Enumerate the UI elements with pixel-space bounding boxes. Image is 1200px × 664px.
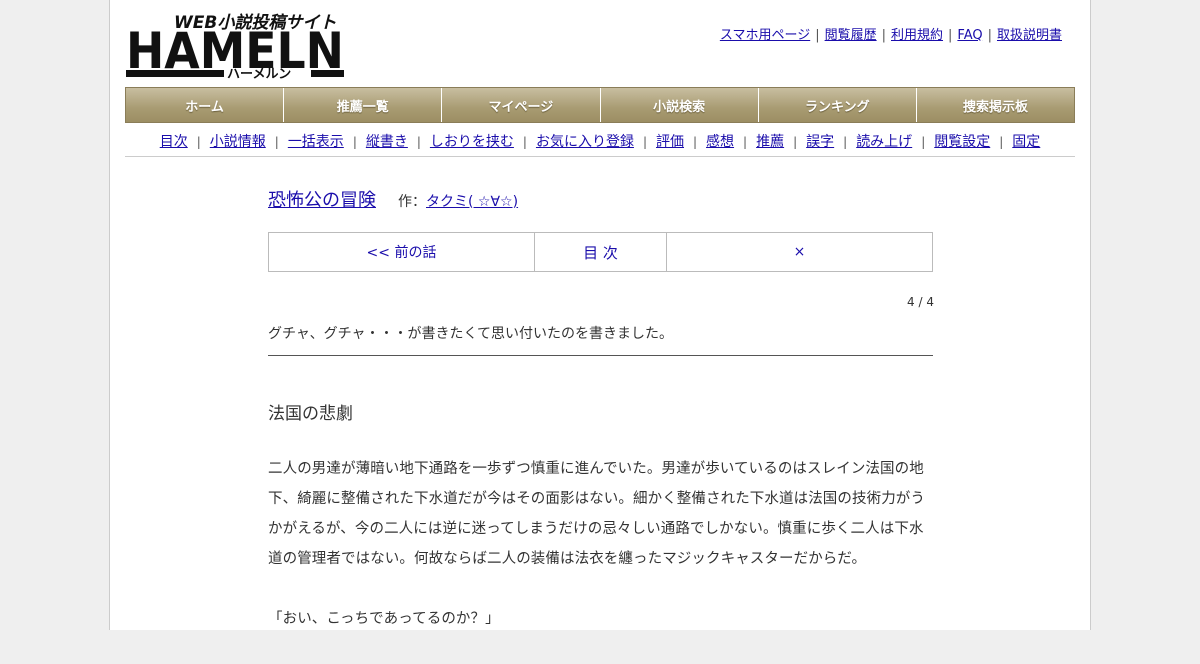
subnav-favorite[interactable]: お気に入り登録: [536, 134, 634, 150]
episode-progress: 4 / 4: [907, 295, 934, 309]
hameln-logo[interactable]: WEB小説投稿サイト HAMELN ハーメルン: [126, 10, 346, 82]
toplink-faq[interactable]: FAQ: [957, 28, 982, 43]
author-prefix: 作：: [398, 194, 426, 210]
logo-kana: ハーメルン: [227, 67, 291, 80]
toc-button[interactable]: 目 次: [535, 233, 667, 271]
author-link[interactable]: タクミ( ☆∀☆): [426, 194, 518, 210]
nav-home[interactable]: ホーム: [126, 88, 285, 122]
page-container: WEB小説投稿サイト HAMELN ハーメルン スマホ用ページ | 閲覧履歴 | 利用規…: [109, 0, 1091, 630]
subnav-read-aloud[interactable]: 読み上げ: [856, 134, 912, 150]
nav-mypage[interactable]: マイページ: [442, 88, 601, 122]
toplink-smartphone[interactable]: スマホ用ページ: [720, 28, 810, 43]
top-links: スマホ用ページ | 閲覧履歴 | 利用規約 | FAQ | 取扱説明書: [719, 28, 1062, 43]
subnav-view-settings[interactable]: 閲覧設定: [934, 134, 990, 150]
foreword-divider: [268, 355, 933, 356]
subnav-vertical[interactable]: 縦書き: [366, 134, 408, 150]
subnav-novel-info[interactable]: 小説情報: [210, 134, 266, 150]
chapter-title: 法国の悲劇: [268, 404, 353, 424]
toplink-terms[interactable]: 利用規約: [891, 28, 943, 43]
nav-novel-search[interactable]: 小説検索: [600, 88, 759, 122]
episode-pager: << 前の話 目 次 ×: [268, 232, 933, 272]
main-nav: ホーム 推薦一覧 マイページ 小説検索 ランキング 捜索掲示板: [125, 87, 1075, 123]
prev-episode-button[interactable]: << 前の話: [269, 233, 535, 271]
toplink-history[interactable]: 閲覧履歴: [825, 28, 877, 43]
subnav-show-all[interactable]: 一括表示: [288, 134, 344, 150]
subnav-toc[interactable]: 目次: [160, 134, 188, 150]
next-episode-button: ×: [793, 244, 806, 260]
nav-recommendations[interactable]: 推薦一覧: [284, 88, 443, 122]
nav-search-board[interactable]: 捜索掲示板: [916, 88, 1075, 122]
sub-nav: 目次 | 小説情報 | 一括表示 | 縦書き | しおりを挟む | お気に入り登録 | 評価 | 感想 | 推薦…: [159, 134, 1041, 150]
subnav-comments[interactable]: 感想: [706, 134, 734, 150]
nav-ranking[interactable]: ランキング: [758, 88, 917, 122]
body-paragraph: 二人の男達が薄暗い地下通路を一歩ずつ慎重に進んでいた。男達が歩いているのはスレイ…: [268, 461, 925, 567]
novel-title-link[interactable]: 恐怖公の冒険: [268, 190, 376, 211]
header-divider: [125, 156, 1075, 157]
subnav-pin[interactable]: 固定: [1012, 134, 1040, 150]
author-foreword: グチャ、グチャ・・・が書きたくて思い付いたのを書きました。: [268, 326, 674, 342]
chapter-body: 二人の男達が薄暗い地下通路を一歩ずつ慎重に進んでいた。男達が歩いているのはスレイ…: [268, 454, 936, 664]
toplink-manual[interactable]: 取扱説明書: [997, 28, 1062, 43]
subnav-typo[interactable]: 誤字: [806, 134, 834, 150]
subnav-rating[interactable]: 評価: [656, 134, 684, 150]
novel-header: 恐怖公の冒険 作：タクミ( ☆∀☆): [268, 186, 518, 212]
subnav-recommend[interactable]: 推薦: [756, 134, 784, 150]
hameln-logo-graphic: WEB小説投稿サイト HAMELN ハーメルン: [126, 13, 344, 82]
subnav-bookmark[interactable]: しおりを挟む: [430, 134, 514, 150]
